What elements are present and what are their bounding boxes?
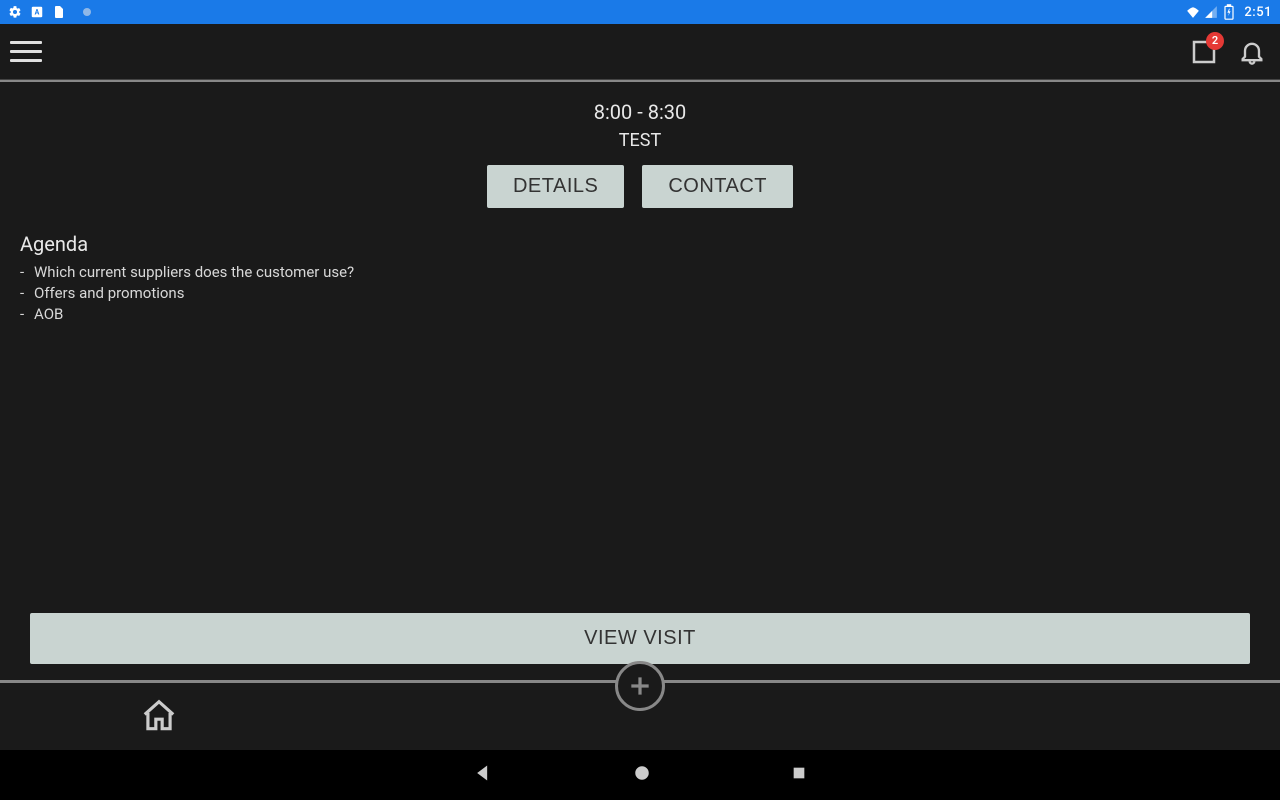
svg-text:A: A (35, 8, 40, 16)
event-title: TEST (20, 130, 1260, 151)
details-button[interactable]: DETAILS (487, 165, 624, 208)
notifications-button[interactable] (1234, 34, 1270, 70)
agenda-item: -Offers and promotions (20, 283, 1260, 304)
view-visit-button[interactable]: VIEW VISIT (30, 613, 1250, 664)
status-time: 2:51 (1244, 5, 1272, 20)
add-button[interactable] (615, 661, 665, 711)
home-system-button[interactable] (633, 764, 651, 786)
main-content: 8:00 - 8:30 TEST DETAILS CONTACT Agenda … (0, 82, 1280, 680)
wifi-icon (1186, 5, 1200, 19)
android-status-bar: A 2:51 (0, 0, 1280, 24)
inbox-button[interactable]: 2 (1186, 34, 1222, 70)
signal-icon (1204, 5, 1218, 19)
contact-button[interactable]: CONTACT (642, 165, 793, 208)
bottom-nav (0, 680, 1280, 750)
agenda-item: -Which current suppliers does the custom… (20, 262, 1260, 283)
home-button[interactable] (140, 697, 178, 739)
inbox-badge: 2 (1206, 32, 1224, 50)
recent-apps-button[interactable] (791, 765, 807, 785)
document-icon (52, 5, 66, 19)
loading-dot-icon (80, 5, 94, 19)
event-header: 8:00 - 8:30 TEST DETAILS CONTACT (20, 100, 1260, 208)
status-right: 2:51 (1186, 5, 1272, 20)
agenda-item-text: AOB (34, 304, 63, 325)
app-badge-icon: A (30, 5, 44, 19)
status-left: A (8, 5, 94, 19)
android-nav-bar (0, 750, 1280, 800)
back-button[interactable] (473, 763, 493, 787)
agenda-item-text: Offers and promotions (34, 283, 184, 304)
agenda-item-text: Which current suppliers does the custome… (34, 262, 354, 283)
agenda-item: -AOB (20, 304, 1260, 325)
agenda-heading: Agenda (20, 232, 1260, 256)
settings-icon (8, 5, 22, 19)
battery-icon (1222, 5, 1236, 19)
event-time-range: 8:00 - 8:30 (20, 100, 1260, 124)
app-header: 2 (0, 24, 1280, 80)
agenda-list: -Which current suppliers does the custom… (20, 262, 1260, 325)
menu-button[interactable] (10, 34, 46, 70)
